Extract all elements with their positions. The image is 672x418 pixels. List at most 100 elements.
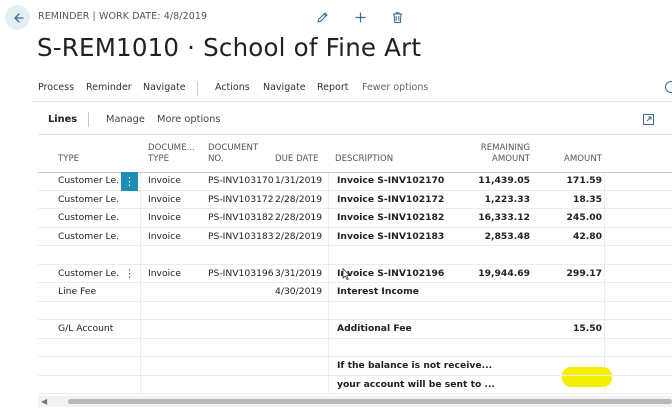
cell-remaining: 11,439.05 bbox=[478, 175, 530, 186]
cell-description: Invoice S-INV102170 bbox=[337, 175, 445, 186]
lines-title[interactable]: Lines bbox=[48, 114, 77, 125]
col-document-no-line1[interactable]: DOCUMENT bbox=[208, 143, 258, 154]
cell-due-date: 1/31/2019 bbox=[275, 175, 323, 186]
table-row[interactable]: Customer Le... Invoice PS-INV103183 2/28… bbox=[38, 228, 672, 246]
cell-remaining: 1,223.33 bbox=[484, 193, 530, 205]
cell-document-type: Invoice bbox=[148, 175, 181, 186]
col-amount[interactable]: AMOUNT bbox=[532, 154, 602, 165]
cell-document-no: PS-INV103182 bbox=[208, 212, 274, 223]
cell-type: Customer Le... bbox=[58, 212, 120, 223]
cell-document-type: Invoice bbox=[148, 267, 181, 279]
scroll-left-icon[interactable]: ◀ bbox=[41, 397, 47, 406]
action-navigate[interactable]: Navigate bbox=[143, 82, 186, 93]
cell-description: your account will be sent to ... bbox=[337, 378, 495, 390]
back-button[interactable] bbox=[5, 5, 30, 30]
mouse-cursor-icon bbox=[342, 268, 350, 280]
cell-amount: 299.17 bbox=[566, 267, 602, 279]
cell-amount: 42.80 bbox=[572, 230, 602, 242]
cell-type: Customer Le... bbox=[58, 193, 120, 205]
table-row[interactable]: G/L Account Additional Fee 15.50 bbox=[38, 320, 672, 339]
col-remaining-line2[interactable]: AMOUNT bbox=[458, 154, 530, 165]
lines-separator bbox=[88, 112, 89, 127]
cell-remaining: 2,853.48 bbox=[484, 230, 530, 242]
action-reminder[interactable]: Reminder bbox=[86, 82, 132, 93]
new-button[interactable] bbox=[352, 9, 368, 25]
table-row[interactable]: Line Fee 4/30/2019 Interest Income bbox=[38, 283, 672, 302]
cell-description: Invoice S-INV102182 bbox=[337, 212, 445, 223]
cell-remaining: 19,944.69 bbox=[478, 267, 530, 279]
scrollbar-thumb[interactable] bbox=[68, 399, 672, 404]
col-type[interactable]: TYPE bbox=[58, 154, 79, 165]
action-actions[interactable]: Actions bbox=[215, 82, 250, 93]
expand-icon[interactable] bbox=[642, 113, 655, 126]
table-row[interactable]: Customer Le... ⋮ Invoice PS-INV103170 1/… bbox=[38, 172, 672, 191]
row-menu-button[interactable]: ⋮ bbox=[121, 172, 138, 191]
action-fewer-options[interactable]: Fewer options bbox=[362, 82, 428, 93]
table-row[interactable]: your account will be sent to ... bbox=[38, 376, 672, 394]
vertical-ellipsis-icon: ⋮ bbox=[124, 267, 135, 281]
cell-document-type: Invoice bbox=[148, 212, 181, 223]
col-document-type-line1[interactable]: DOCUME... bbox=[148, 143, 195, 154]
cell-description: If the balance is not receive... bbox=[337, 360, 493, 371]
table-row[interactable]: If the balance is not receive... bbox=[38, 357, 672, 376]
action-process[interactable]: Process bbox=[38, 82, 74, 93]
table-row[interactable] bbox=[38, 246, 672, 265]
cell-document-no: PS-INV103183 bbox=[208, 230, 274, 242]
cell-amount: 18.35 bbox=[572, 193, 602, 205]
lines-more-options[interactable]: More options bbox=[157, 114, 220, 125]
delete-button[interactable] bbox=[389, 9, 405, 25]
cell-description: Invoice S-INV102183 bbox=[337, 230, 445, 242]
col-description[interactable]: DESCRIPTION bbox=[335, 154, 393, 165]
table-row[interactable] bbox=[38, 339, 672, 357]
cell-remaining: 16,333.12 bbox=[478, 212, 530, 223]
horizontal-scrollbar[interactable]: ◀ bbox=[38, 396, 672, 407]
cell-document-no: PS-INV103170 bbox=[208, 175, 274, 186]
cell-type: Line Fee bbox=[58, 286, 97, 297]
cell-document-no: PS-INV103172 bbox=[208, 193, 274, 205]
page-title: S-REM1010 · School of Fine Art bbox=[37, 33, 422, 62]
edit-pencil-icon bbox=[316, 11, 328, 23]
lines-manage[interactable]: Manage bbox=[106, 114, 145, 125]
cell-amount: 171.59 bbox=[566, 175, 602, 186]
cell-description: Additional Fee bbox=[337, 323, 412, 334]
cell-description: Invoice S-INV102196 bbox=[337, 267, 445, 279]
action-separator bbox=[197, 81, 198, 96]
lines-toolbar: Lines Manage More options bbox=[38, 105, 672, 135]
cell-due-date: 4/30/2019 bbox=[275, 286, 323, 297]
vertical-ellipsis-icon: ⋮ bbox=[124, 174, 135, 188]
cell-amount: 245.00 bbox=[566, 212, 602, 223]
cell-document-no: PS-INV103196 bbox=[208, 267, 274, 279]
cell-type: Customer Le... bbox=[58, 230, 120, 242]
action-navigate-2[interactable]: Navigate bbox=[263, 82, 306, 93]
back-arrow-icon bbox=[13, 12, 24, 23]
add-plus-icon bbox=[355, 12, 365, 22]
cell-amount: 15.50 bbox=[572, 323, 602, 334]
divider bbox=[32, 101, 672, 102]
cell-type: Customer Le... bbox=[58, 267, 120, 279]
cell-document-type: Invoice bbox=[148, 193, 181, 205]
cell-description: Interest Income bbox=[337, 286, 419, 297]
edit-button[interactable] bbox=[314, 9, 330, 25]
col-document-type-line2[interactable]: TYPE bbox=[148, 154, 169, 165]
action-bar: Process Reminder Navigate Actions Naviga… bbox=[0, 78, 672, 100]
cell-type: G/L Account bbox=[58, 323, 114, 334]
row-menu-button[interactable]: ⋮ bbox=[121, 265, 138, 284]
cell-due-date: 2/28/2019 bbox=[275, 193, 323, 205]
table-row[interactable]: Customer Le... ⋮ Invoice PS-INV103196 3/… bbox=[38, 265, 672, 284]
info-icon[interactable] bbox=[664, 80, 672, 94]
cell-description: Invoice S-INV102172 bbox=[337, 193, 445, 205]
cell-type: Customer Le... bbox=[58, 175, 120, 186]
table-row[interactable]: Customer Le... Invoice PS-INV103182 2/28… bbox=[38, 209, 672, 228]
table-row[interactable]: Customer Le... Invoice PS-INV103172 2/28… bbox=[38, 191, 672, 209]
grid-header: TYPE DOCUME... TYPE DOCUMENT NO. DUE DAT… bbox=[38, 137, 672, 173]
table-row[interactable] bbox=[38, 302, 672, 320]
col-remaining-line1[interactable]: REMAINING bbox=[458, 143, 530, 154]
col-document-no-line2[interactable]: NO. bbox=[208, 154, 224, 165]
cell-due-date: 2/28/2019 bbox=[275, 212, 323, 223]
lines-panel: Lines Manage More options TYPE DOCUME...… bbox=[38, 105, 672, 410]
page-caption: REMINDER | WORK DATE: 4/8/2019 bbox=[38, 11, 208, 22]
col-due-date[interactable]: DUE DATE bbox=[275, 154, 318, 165]
cell-due-date: 3/31/2019 bbox=[275, 267, 323, 279]
cell-document-type: Invoice bbox=[148, 230, 181, 242]
action-report[interactable]: Report bbox=[317, 82, 349, 93]
